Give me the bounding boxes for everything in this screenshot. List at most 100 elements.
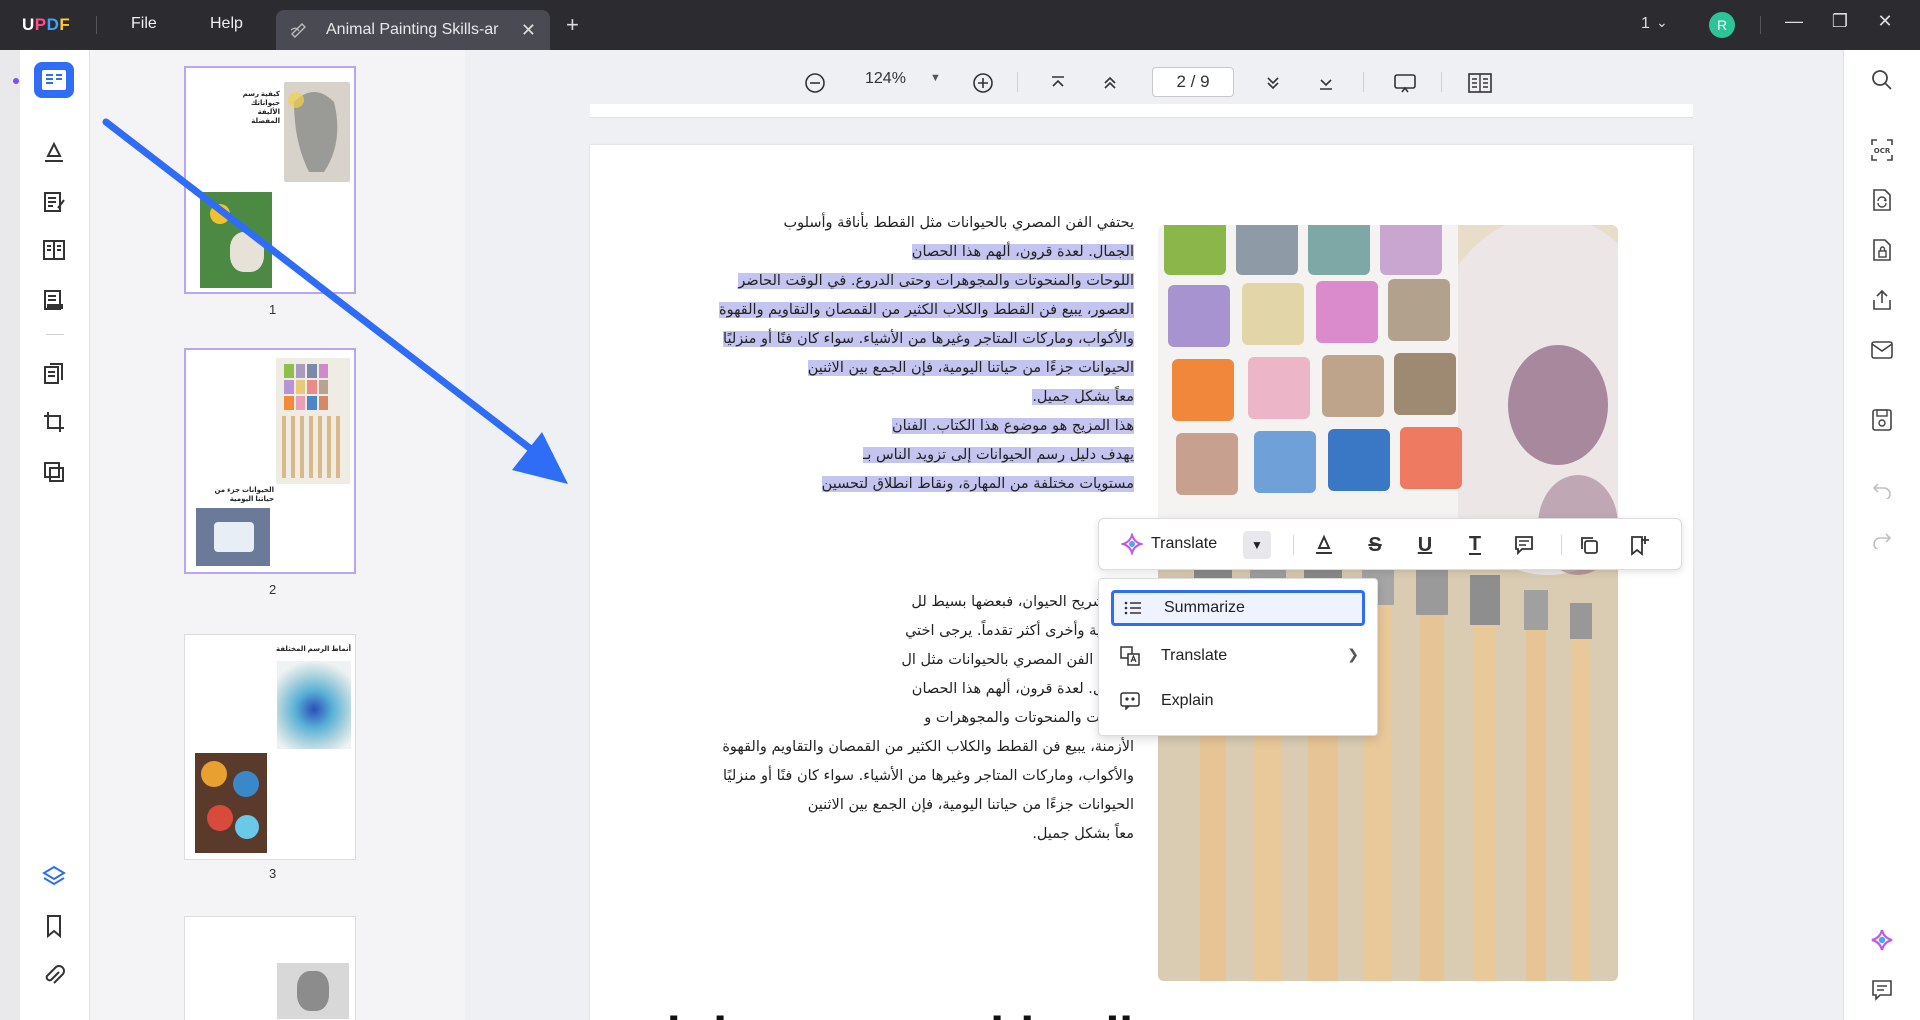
translate-menu-item[interactable]: Translate ❯ [1111, 638, 1365, 674]
reader-icon [42, 70, 66, 90]
highlighted-text: معاً بشكل جميل. [1032, 389, 1134, 405]
comment-icon[interactable] [1509, 531, 1539, 559]
selection-toolbar: Translate ▼ S U T [1098, 518, 1682, 570]
last-page-icon[interactable] [1313, 70, 1339, 96]
save-icon[interactable] [1868, 406, 1896, 434]
thumb-painting-photo [196, 508, 270, 566]
ai-options-menu: Summarize Translate ❯ Explain [1098, 578, 1378, 736]
previous-page-icon[interactable] [1097, 70, 1123, 96]
layers-button[interactable] [34, 858, 74, 894]
chevron-down-icon[interactable]: ⌄ [1656, 14, 1668, 31]
page-layout-icon[interactable] [1467, 70, 1493, 96]
translate-label: Translate [1161, 647, 1228, 664]
highlighter-icon [45, 141, 63, 162]
highlighted-text: يهدف دليل رسم الحيوانات إلى تزويد الناس … [863, 447, 1134, 463]
add-bookmark-icon[interactable] [1624, 531, 1654, 559]
thumb-dog-photo [200, 192, 272, 288]
underline-icon[interactable]: U [1410, 531, 1440, 559]
text-line: يحتفي الفن المصري بالحيوانات مثل القطط ب… [674, 209, 1134, 238]
close-tab-icon[interactable]: ✕ [521, 20, 536, 41]
form-button[interactable] [34, 282, 74, 318]
toolbar-separator [1017, 72, 1018, 92]
zoom-dropdown-icon[interactable]: ▼ [930, 72, 941, 84]
thumbnail-panel: كيفية رسم حيواناتك الأليفة المفضلة 1 الح… [90, 50, 465, 1020]
stamp-icon [44, 462, 64, 482]
search-icon[interactable] [1868, 66, 1896, 94]
text-line: الحيوانات جزءًا من حياتنا اليومية، فإن ا… [807, 797, 1134, 813]
paperclip-icon [45, 965, 65, 984]
menu-help[interactable]: Help [210, 15, 243, 33]
zoom-in-icon[interactable] [970, 70, 996, 96]
window-count[interactable]: 1 [1641, 15, 1650, 33]
avatar[interactable]: R [1709, 12, 1735, 38]
highlighted-text: هذا المزيج هو موضوع هذا الكتاب. الفنان [891, 418, 1134, 434]
edit-pdf-button[interactable] [34, 184, 74, 220]
thumb-paint-cups [195, 753, 267, 853]
highlight-tool-icon[interactable] [1309, 531, 1339, 559]
page-thumbnail-4[interactable] [184, 916, 356, 1020]
page-thumbnail-3[interactable]: أنماط الرسم المختلفة [184, 634, 356, 860]
chevron-right-icon: ❯ [1347, 646, 1359, 662]
organize-pages-button[interactable] [34, 356, 74, 392]
list-icon [1118, 600, 1148, 616]
explain-label: Explain [1161, 692, 1214, 709]
toolbar-separator [1441, 72, 1442, 92]
rail-separator [46, 334, 64, 335]
undo-icon[interactable] [1868, 476, 1896, 504]
summarize-menu-item[interactable]: Summarize [1111, 590, 1365, 626]
bookmark-button[interactable] [34, 908, 74, 944]
page-tools-button[interactable] [34, 232, 74, 268]
thumb-paint-photo [276, 358, 350, 484]
redo-icon[interactable] [1868, 526, 1896, 554]
text-line: الجمال. لعدة قرون، ألهم هذا الحصان [911, 681, 1134, 697]
page-thumbnail-2[interactable]: الحيوانات جزء من حياتنا اليومية [184, 348, 356, 574]
next-page-icon[interactable] [1260, 70, 1286, 96]
thumb-title: الحيوانات جزء من حياتنا اليومية [214, 487, 274, 503]
updf-ai-icon[interactable] [1868, 926, 1896, 954]
page-number-input[interactable]: 2 / 9 [1152, 67, 1234, 97]
protect-document-icon[interactable] [1868, 236, 1896, 264]
crop-button[interactable] [34, 404, 74, 440]
text-tool-icon[interactable]: T [1460, 531, 1490, 559]
highlighted-text: اللوحات والمنحوتات والمجوهرات وحتى الدرو… [738, 273, 1134, 289]
tab-title: Animal Painting Skills-ar [326, 21, 499, 38]
text-line: هذا المزيج هو موضوع هذا الكتاب. الفنان [674, 412, 1134, 441]
text-block-selected[interactable]: يحتفي الفن المصري بالحيوانات مثل القطط ب… [674, 209, 1134, 499]
presentation-icon[interactable] [1392, 70, 1418, 96]
add-tab-icon[interactable]: + [566, 14, 579, 36]
convert-icon[interactable] [1868, 186, 1896, 214]
reader-mode-button[interactable] [34, 62, 74, 98]
page-thumbnail-1[interactable]: كيفية رسم حيواناتك الأليفة المفضلة [184, 66, 356, 294]
text-line: اللوحات والمنحوتات والمجوهرات وحتى الدرو… [674, 267, 1134, 296]
email-icon[interactable] [1868, 336, 1896, 364]
ai-options-dropdown-button[interactable]: ▼ [1243, 531, 1271, 559]
minimize-icon[interactable]: — [1781, 11, 1807, 32]
comment-list-icon[interactable] [1868, 976, 1896, 1004]
svg-text:OCR: OCR [1874, 147, 1891, 155]
strikethrough-icon[interactable]: S [1360, 531, 1390, 559]
toolbar-separator [1293, 535, 1294, 555]
text-line: الجمال. لعدة قرون، ألهم هذا الحصان [674, 238, 1134, 267]
zoom-out-icon[interactable] [802, 70, 828, 96]
highlighted-text: مستويات مختلفة من المهارة، ونقاط انطلاق … [821, 476, 1134, 492]
share-icon[interactable] [1868, 286, 1896, 314]
explain-menu-item[interactable]: Explain [1111, 683, 1365, 719]
close-window-icon[interactable]: ✕ [1872, 11, 1898, 32]
attachment-button[interactable] [34, 958, 74, 994]
zoom-level[interactable]: 124% [865, 70, 906, 88]
menu-file[interactable]: File [131, 15, 157, 33]
copy-icon[interactable] [1574, 531, 1604, 559]
document-tab[interactable]: Animal Painting Skills-ar ✕ [276, 10, 550, 50]
first-page-icon[interactable] [1045, 70, 1071, 96]
comment-mode-button[interactable] [34, 134, 74, 170]
restore-icon[interactable]: ❐ [1827, 11, 1853, 32]
thumb-dog-sketch [284, 82, 350, 182]
ocr-icon[interactable]: OCR [1868, 136, 1896, 164]
protect-button[interactable] [34, 454, 74, 490]
text-line-content: يحتفي الفن المصري بالحيوانات مثل القطط ب… [783, 215, 1134, 231]
text-block[interactable]: بناء تشريح الحيوان، فبعضها بسيط لل أساسي… [674, 588, 1134, 849]
highlighted-text: الجمال. لعدة قرون، ألهم هذا الحصان [911, 244, 1134, 260]
section-heading: الحيوانات جزء من حياتنا [667, 1010, 1133, 1020]
dog-sketch-icon [288, 92, 338, 172]
translate-button[interactable]: Translate [1121, 533, 1217, 555]
